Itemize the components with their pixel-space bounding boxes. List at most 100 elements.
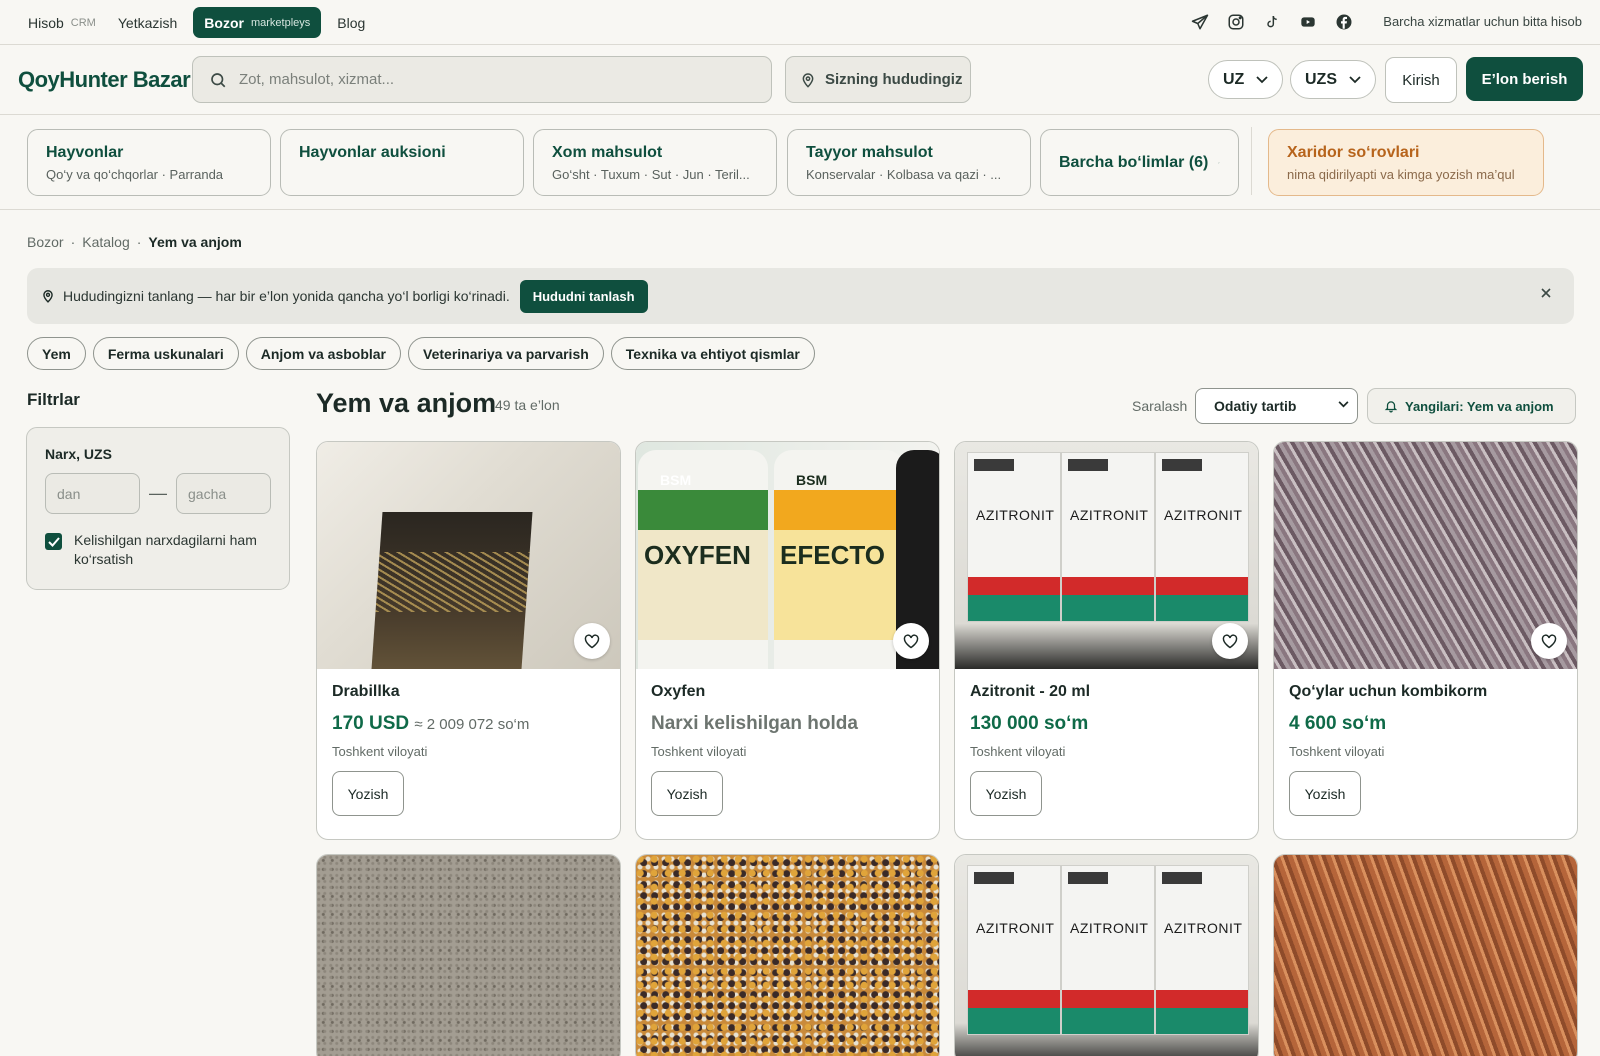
instagram-icon[interactable] xyxy=(1226,12,1246,32)
listing-card[interactable] xyxy=(316,854,621,1056)
search-icon xyxy=(211,72,226,87)
sort-select[interactable]: Odatiy tartib xyxy=(1195,388,1358,424)
negotiable-checkbox[interactable] xyxy=(45,533,62,550)
message-button[interactable]: Yozish xyxy=(651,771,723,816)
category-title: Tayyor mahsulot xyxy=(806,144,933,161)
chip-texnika[interactable]: Texnika va ehtiyot qismlar xyxy=(610,337,815,370)
subscribe-label: Yangilari: Yem va anjom xyxy=(1405,398,1554,414)
post-ad-button[interactable]: E’lon berish xyxy=(1466,57,1583,101)
topnav-label: Bozor xyxy=(204,14,244,31)
category-sub: Qo‘y va qo‘chqorlar · Parranda xyxy=(46,167,224,182)
category-tayyor-mahsulot[interactable]: Tayyor mahsulot Konservalar · Kolbasa va… xyxy=(787,129,1031,196)
breadcrumb-sep: · xyxy=(136,234,142,250)
telegram-icon[interactable] xyxy=(1190,12,1210,32)
heart-icon[interactable] xyxy=(893,623,929,659)
listing-card[interactable]: AZITRONIT AZITRONIT AZITRONIT xyxy=(954,854,1259,1056)
tagline: Barcha xizmatlar uchun bitta hisob xyxy=(1383,14,1582,29)
heart-icon[interactable] xyxy=(1212,623,1248,659)
location-pin-icon xyxy=(43,290,53,303)
product-box: AZITRONIT xyxy=(967,452,1061,622)
card-title: Azitronit - 20 ml xyxy=(970,683,1091,700)
category-xom-mahsulot[interactable]: Xom mahsulot Go‘sht · Tuxum · Sut · Jun … xyxy=(533,129,777,196)
topnav-bozor[interactable]: Bozor marketpleys xyxy=(193,7,322,38)
price-from-input[interactable] xyxy=(45,473,140,514)
topnav-sub: CRM xyxy=(70,16,96,29)
box-name: AZITRONIT xyxy=(976,920,1055,936)
chevron-down-icon xyxy=(1349,75,1361,83)
youtube-icon[interactable] xyxy=(1298,12,1318,32)
language-value: UZ xyxy=(1223,70,1245,88)
topnav-blog[interactable]: Blog xyxy=(337,7,365,38)
listing-card[interactable] xyxy=(1273,854,1578,1056)
breadcrumb-bozor[interactable]: Bozor xyxy=(27,234,64,250)
box-name: AZITRONIT xyxy=(976,507,1055,523)
breadcrumb-current: Yem va anjom xyxy=(148,234,242,250)
facebook-icon[interactable] xyxy=(1334,12,1354,32)
region-label: Sizning hududingiz xyxy=(825,71,963,88)
box-name: AZITRONIT xyxy=(1070,507,1149,523)
social-links xyxy=(1190,12,1370,32)
subscribe-button[interactable]: Yangilari: Yem va anjom xyxy=(1367,388,1576,424)
login-button[interactable]: Kirish xyxy=(1385,57,1457,103)
bottle-oxyfen: BSM OXYFEN xyxy=(638,450,768,669)
search-box[interactable] xyxy=(192,56,772,103)
choose-region-button[interactable]: Hududni tanlash xyxy=(519,279,648,313)
search-input[interactable] xyxy=(239,71,739,88)
product-image: AZITRONIT AZITRONIT AZITRONIT xyxy=(955,442,1258,669)
category-title: Xom mahsulot xyxy=(552,144,663,161)
price-value: 170 USD xyxy=(332,713,410,734)
listing-card[interactable]: Qo‘ylar uchun kombikorm 4 600 so‘m Toshk… xyxy=(1273,441,1578,840)
listing-card[interactable]: AZITRONIT AZITRONIT AZITRONIT Azitronit … xyxy=(954,441,1259,840)
card-price: 130 000 so‘m xyxy=(970,713,1089,734)
region-button[interactable]: Sizning hududingiz xyxy=(785,56,971,103)
sort-value: Odatiy tartib xyxy=(1214,398,1297,414)
heart-icon[interactable] xyxy=(1531,623,1567,659)
card-price: 4 600 so‘m xyxy=(1289,713,1387,734)
negotiable-checkbox-row[interactable]: Kelishilgan narxdagilarni ham ko‘rsatish xyxy=(45,531,271,569)
bottle-brand: BSM xyxy=(796,472,828,488)
logo[interactable]: QoyHunter Bazar xyxy=(18,67,191,93)
product-image: AZITRONIT AZITRONIT AZITRONIT xyxy=(955,855,1258,1056)
topnav-hisob[interactable]: Hisob CRM xyxy=(28,7,96,38)
notice-text: Hududingizni tanlang — har bir e’lon yon… xyxy=(63,288,510,304)
category-hayvonlar[interactable]: Hayvonlar Qo‘y va qo‘chqorlar · Parranda xyxy=(27,129,271,196)
chip-anjom[interactable]: Anjom va asboblar xyxy=(245,337,402,370)
message-button[interactable]: Yozish xyxy=(332,771,404,816)
breadcrumb-katalog[interactable]: Katalog xyxy=(82,234,129,250)
card-location: Toshkent viloyati xyxy=(332,744,428,759)
bell-icon xyxy=(1384,401,1398,413)
heart-icon[interactable] xyxy=(574,623,610,659)
currency-select[interactable]: UZS xyxy=(1290,60,1376,99)
chip-veterinariya[interactable]: Veterinariya va parvarish xyxy=(408,337,604,370)
chip-ferma-uskunalari[interactable]: Ferma uskunalari xyxy=(92,337,239,370)
product-box: AZITRONIT xyxy=(1155,865,1249,1035)
buyer-requests-title: Xaridor so‘rovlari xyxy=(1287,144,1420,161)
listing-title: Yem va anjom xyxy=(316,388,497,418)
all-sections-button[interactable]: Barcha bo‘limlar (6) xyxy=(1040,129,1239,196)
price-range: — xyxy=(45,473,271,514)
close-icon[interactable] xyxy=(1540,287,1552,299)
message-button[interactable]: Yozish xyxy=(1289,771,1361,816)
check-icon xyxy=(47,536,60,547)
listing-card[interactable] xyxy=(635,854,940,1056)
listing-card[interactable]: BSM OXYFEN BSM EFECTO Oxyfen Narxi kelis… xyxy=(635,441,940,840)
chevron-down-icon xyxy=(1338,401,1349,408)
product-image xyxy=(317,442,620,669)
listing-card[interactable]: Drabillka 170 USD ≈ 2 009 072 so‘m Toshk… xyxy=(316,441,621,840)
language-select[interactable]: UZ xyxy=(1208,60,1284,99)
category-sub: Go‘sht · Tuxum · Sut · Jun · Teril... xyxy=(552,167,750,182)
bottle-brand: BSM xyxy=(660,472,692,488)
card-title: Oxyfen xyxy=(651,683,706,700)
card-location: Toshkent viloyati xyxy=(1289,744,1385,759)
price-to-input[interactable] xyxy=(176,473,271,514)
card-title: Qo‘ylar uchun kombikorm xyxy=(1289,683,1488,700)
topnav-yetkazish[interactable]: Yetkazish xyxy=(118,7,177,38)
product-image xyxy=(636,855,939,1056)
tiktok-icon[interactable] xyxy=(1262,12,1282,32)
top-bar: Hisob CRM Yetkazish Bozor marketpleys Blog… xyxy=(0,0,1600,45)
product-image xyxy=(1274,855,1577,1056)
category-auksion[interactable]: Hayvonlar auksioni xyxy=(280,129,524,196)
buyer-requests-card[interactable]: Xaridor so‘rovlari nima qidirilyapti va … xyxy=(1268,129,1544,196)
chip-yem[interactable]: Yem xyxy=(27,337,86,370)
message-button[interactable]: Yozish xyxy=(970,771,1042,816)
